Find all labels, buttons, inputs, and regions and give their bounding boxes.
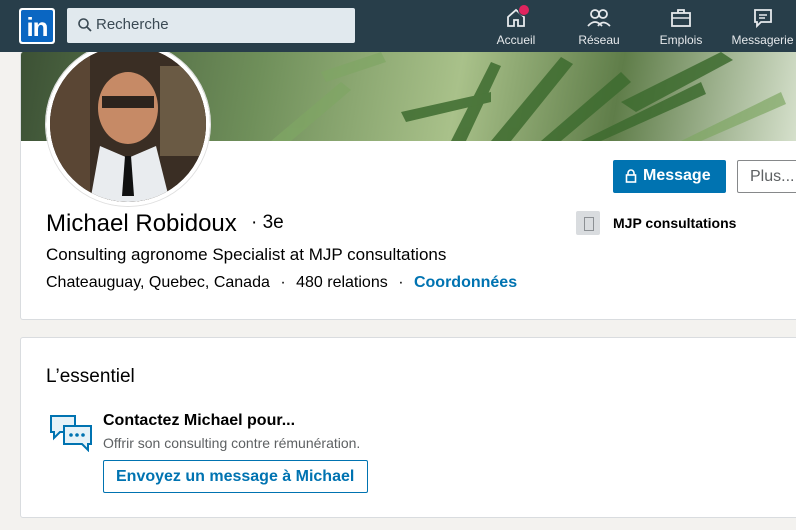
search-placeholder: Recherche <box>96 16 169 33</box>
send-message-button-label: Envoyez un message à Michael <box>116 468 355 485</box>
more-button[interactable]: Plus... <box>737 160 796 193</box>
contact-title: Contactez Michael pour... <box>103 412 296 429</box>
chat-bubbles-icon <box>50 415 92 452</box>
nav-label-network: Réseau <box>578 33 620 47</box>
briefcase-icon <box>671 9 691 27</box>
nav-label-jobs: Emplois <box>659 33 703 47</box>
company-logo-icon[interactable] <box>576 211 600 235</box>
profile-relations[interactable]: 480 relations <box>296 274 388 291</box>
profile-name: Michael Robidoux <box>46 210 237 237</box>
profile-card: Message Plus... Michael Robidoux · 3e MJ… <box>20 52 796 320</box>
send-message-button[interactable]: Envoyez un message à Michael <box>103 460 368 493</box>
logo-text: in <box>21 10 53 42</box>
notification-badge <box>518 4 530 16</box>
connection-degree: · 3e <box>251 212 284 233</box>
nav-item-messaging[interactable]: Messagerie <box>729 4 796 50</box>
messaging-icon <box>753 9 772 29</box>
nav-item-jobs[interactable]: Emplois <box>655 4 707 50</box>
contact-subtitle: Offrir son consulting contre rémunératio… <box>103 435 361 451</box>
more-button-label: Plus... <box>750 168 795 185</box>
company-name[interactable]: MJP consultations <box>613 215 736 231</box>
search-icon <box>78 18 92 32</box>
nav-label-home: Accueil <box>496 33 536 47</box>
network-icon <box>587 9 611 27</box>
highlights-title: L’essentiel <box>46 366 135 387</box>
nav-item-network[interactable]: Réseau <box>574 4 624 50</box>
meta-separator: · <box>280 274 286 291</box>
meta-separator: · <box>398 274 404 291</box>
contact-info-link[interactable]: Coordonnées <box>414 274 517 291</box>
profile-location: Chateauguay, Quebec, Canada <box>46 274 270 291</box>
nav-label-messaging: Messagerie <box>731 33 794 47</box>
lock-icon <box>625 169 637 183</box>
search-input[interactable]: Recherche <box>67 8 355 43</box>
linkedin-logo[interactable]: in <box>19 8 55 44</box>
message-button-label: Message <box>643 167 711 184</box>
profile-headline: Consulting agronome Specialist at MJP co… <box>46 245 447 264</box>
top-nav-bar: in Recherche Accueil Réseau Emplois Mess… <box>0 0 796 52</box>
highlights-card: L’essentiel Contactez Michael pour... Of… <box>20 337 796 518</box>
message-button[interactable]: Message <box>613 160 726 193</box>
profile-avatar[interactable] <box>46 52 210 206</box>
profile-meta-line: Chateauguay, Quebec, Canada · 480 relati… <box>46 274 517 292</box>
avatar-photo <box>50 52 206 202</box>
nav-item-home[interactable]: Accueil <box>493 4 539 50</box>
